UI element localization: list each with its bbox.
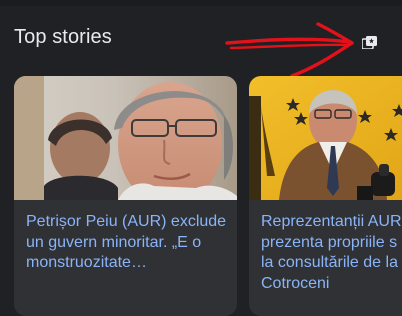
- story-card[interactable]: Petrișor Peiu (AUR) exclude un guvern mi…: [14, 76, 237, 316]
- story-headline[interactable]: Petrișor Peiu (AUR) exclude un guvern mi…: [26, 212, 237, 274]
- story-photo: [249, 76, 402, 200]
- story-photo: [14, 76, 237, 200]
- story-headline[interactable]: Reprezentanții AUR prezenta propriile s …: [261, 212, 402, 294]
- section-title: Top stories: [14, 26, 112, 48]
- story-card[interactable]: Reprezentanții AUR prezenta propriile s …: [249, 76, 402, 316]
- stories-view-button[interactable]: [357, 30, 381, 54]
- stories-view-icon: [361, 35, 377, 49]
- top-edge: [0, 0, 402, 6]
